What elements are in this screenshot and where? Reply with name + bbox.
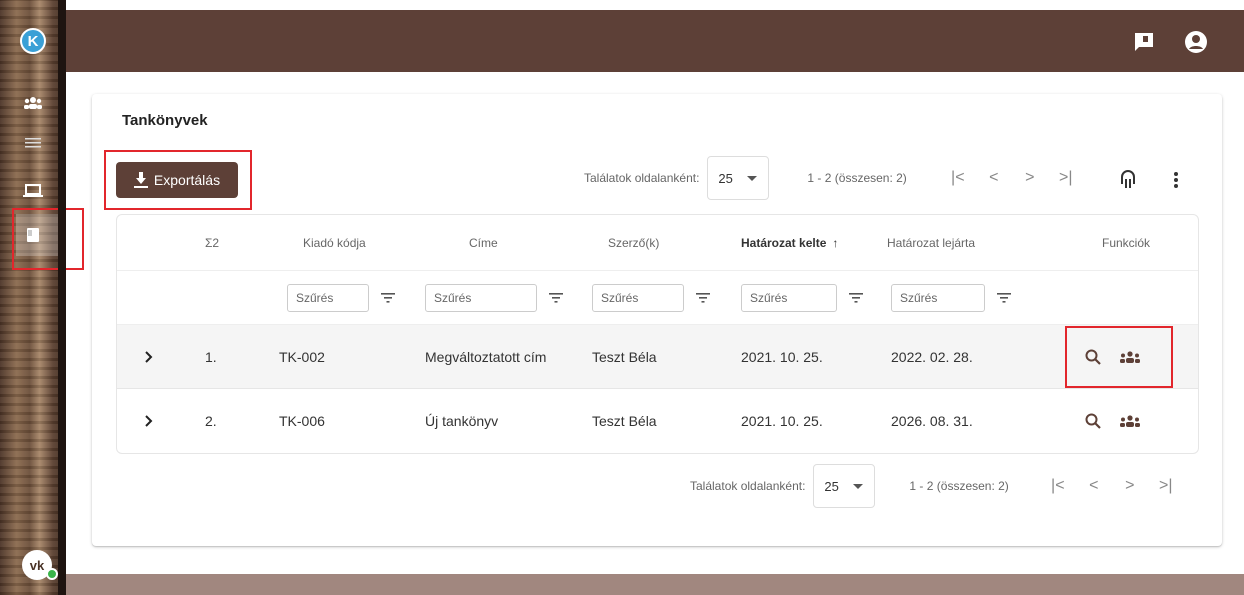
- filter-icon[interactable]: [696, 292, 710, 303]
- prev-page-icon[interactable]: <: [1079, 477, 1109, 495]
- next-page-icon[interactable]: >: [1115, 477, 1145, 495]
- filter-input-expiry[interactable]: Szűrés: [891, 283, 985, 312]
- group-icon[interactable]: [1119, 389, 1141, 453]
- expand-chevron-icon[interactable]: [145, 389, 153, 453]
- filter-input-title[interactable]: Szűrés: [425, 283, 537, 312]
- laptop-icon[interactable]: [20, 180, 46, 202]
- highlight-row-functions: [1065, 326, 1173, 388]
- sidebar: [0, 0, 66, 595]
- page-range: 1 - 2 (összesen: 2): [807, 171, 907, 185]
- first-page-icon[interactable]: |<: [1043, 477, 1073, 495]
- col-decision-date-label: Határozat kelte: [741, 235, 827, 250]
- row-title: Új tankönyv: [425, 413, 499, 429]
- list-icon[interactable]: [20, 132, 46, 154]
- chevron-down-icon: [746, 175, 757, 181]
- sort-arrow-icon: ↑: [832, 235, 839, 250]
- chevron-down-icon: [852, 483, 863, 489]
- filter-icon[interactable]: [381, 292, 395, 303]
- row-index: 1.: [205, 348, 217, 365]
- col-decision-date[interactable]: Határozat kelte ↑: [741, 215, 838, 270]
- page-size-label: Találatok oldalanként:: [690, 479, 806, 493]
- prev-page-icon[interactable]: <: [979, 169, 1009, 187]
- textbooks-card: Tankönyvek Exportálás Találatok oldalank…: [92, 94, 1222, 546]
- first-page-icon[interactable]: |<: [943, 169, 973, 187]
- col-functions: Funkciók: [1102, 235, 1151, 250]
- account-icon[interactable]: [1184, 30, 1208, 54]
- col-title[interactable]: Címe: [469, 215, 498, 270]
- highlight-export: [104, 150, 252, 210]
- row-expiry: 2026. 08. 31.: [891, 413, 973, 429]
- col-authors[interactable]: Szerző(k): [608, 215, 659, 270]
- row-author: Teszt Béla: [592, 413, 657, 429]
- group-icon[interactable]: [20, 92, 46, 114]
- table-header: Σ2 Kiadó kódja Címe Szerző(k) Határozat …: [117, 215, 1198, 271]
- footer-bar: [66, 574, 1244, 595]
- top-paginator: Találatok oldalanként: 25 1 - 2 (összese…: [584, 156, 1081, 200]
- app-logo[interactable]: K: [20, 28, 46, 54]
- bottom-paginator: Találatok oldalanként: 25 1 - 2 (összese…: [690, 464, 1181, 508]
- more-vert-icon[interactable]: [1174, 172, 1178, 193]
- table-row[interactable]: 2. TK-006 Új tankönyv Teszt Béla 2021. 1…: [117, 389, 1198, 453]
- col-count: Σ2: [205, 235, 220, 250]
- page-size-value: 25: [824, 478, 839, 494]
- top-bar: [66, 10, 1244, 72]
- feedback-icon[interactable]: [1132, 30, 1156, 54]
- col-publisher-code[interactable]: Kiadó kódja: [303, 215, 366, 270]
- expand-chevron-icon[interactable]: [145, 325, 153, 388]
- search-icon[interactable]: [1085, 389, 1101, 453]
- table-row[interactable]: 1. TK-002 Megváltoztatott cím Teszt Béla…: [117, 325, 1198, 389]
- page-size-value: 25: [718, 170, 733, 186]
- row-code: TK-002: [279, 348, 325, 365]
- row-expiry: 2022. 02. 28.: [891, 348, 973, 365]
- textbooks-table: Σ2 Kiadó kódja Címe Szerző(k) Határozat …: [116, 214, 1199, 454]
- last-page-icon[interactable]: >|: [1051, 169, 1081, 187]
- page-title: Tankönyvek: [122, 112, 208, 129]
- online-status-dot: [46, 568, 58, 580]
- book-icon[interactable]: [20, 224, 46, 246]
- filter-input-date[interactable]: Szűrés: [741, 283, 837, 312]
- page-range: 1 - 2 (összesen: 2): [909, 479, 1009, 493]
- filter-icon[interactable]: [997, 292, 1011, 303]
- row-index: 2.: [205, 413, 217, 429]
- filter-icon[interactable]: [549, 292, 563, 303]
- row-date: 2021. 10. 25.: [741, 413, 823, 429]
- sidebar-edge: [58, 0, 66, 595]
- filter-input-author[interactable]: Szűrés: [592, 283, 684, 312]
- row-date: 2021. 10. 25.: [741, 348, 823, 365]
- row-title: Megváltoztatott cím: [425, 348, 547, 365]
- filter-icon[interactable]: [849, 292, 863, 303]
- filter-input-code[interactable]: Szűrés: [287, 283, 369, 312]
- column-settings-icon[interactable]: [1120, 170, 1136, 193]
- next-page-icon[interactable]: >: [1015, 169, 1045, 187]
- page-size-label: Találatok oldalanként:: [584, 171, 700, 185]
- page-size-select[interactable]: 25: [813, 464, 876, 508]
- app-root: K vk Tankönyvek Exportálás Találatok old…: [0, 0, 1244, 595]
- page-size-select[interactable]: 25: [707, 156, 770, 200]
- col-decision-expiry[interactable]: Határozat lejárta: [887, 215, 975, 270]
- last-page-icon[interactable]: >|: [1151, 477, 1181, 495]
- row-code: TK-006: [279, 413, 325, 429]
- row-author: Teszt Béla: [592, 348, 657, 365]
- filter-row: Szűrés Szűrés Szűrés Szűrés Szűrés: [117, 271, 1198, 325]
